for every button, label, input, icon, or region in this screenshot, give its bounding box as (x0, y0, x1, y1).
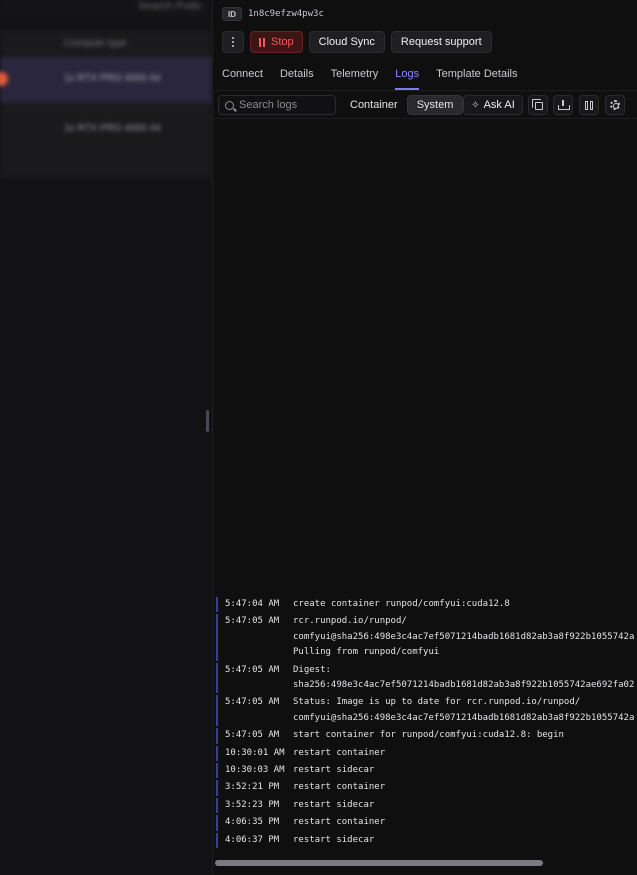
log-line: sha256:498e3c4ac7ef5071214badb1681d82ab3… (293, 680, 635, 691)
segment-container[interactable]: Container (341, 95, 407, 115)
stop-label: Stop (271, 36, 294, 48)
log-entry: 5:47:04 AM create container runpod/comfyu… (216, 597, 637, 613)
more-actions-button[interactable] (222, 31, 244, 53)
search-logs-input[interactable] (239, 99, 331, 111)
log-message: restart sidecar (293, 833, 635, 848)
background-page: Search Pods Compute type 1x RTX PRO 4000… (0, 0, 212, 875)
log-line: restart sidecar (293, 765, 375, 776)
search-icon (225, 100, 234, 110)
request-support-button[interactable]: Request support (390, 31, 492, 53)
log-message: create container runpod/comfyui:cuda12.8 (293, 597, 635, 612)
background-column-header: Compute type (64, 38, 127, 49)
log-line: comfyui@sha256:498e3c4ac7ef5071214badb16… (293, 712, 635, 723)
log-entry: 5:47:05 AM Status: Image is up to date fo… (216, 695, 637, 727)
stop-button[interactable]: Stop (250, 31, 303, 53)
download-icon (558, 100, 570, 110)
log-timestamp: 4:06:37 PM (225, 834, 280, 845)
log-search[interactable] (218, 95, 336, 115)
log-message: restart container (293, 780, 635, 795)
background-search: Search Pods (138, 0, 201, 12)
log-entry: 3:52:23 PM restart sidecar (216, 797, 637, 814)
log-message: restart container (293, 746, 635, 761)
log-timestamp: 5:47:05 AM (225, 616, 280, 627)
log-line: start container for runpod/comfyui:cuda1… (293, 730, 564, 741)
log-timestamp: 4:06:35 PM (225, 817, 280, 828)
pause-icon (585, 100, 593, 110)
log-line: create container runpod/comfyui:cuda12.8 (293, 599, 510, 609)
pause-icon (259, 37, 265, 47)
tab-connect[interactable]: Connect (222, 64, 263, 90)
background-row: 1x RTX PRO 4000 44 (0, 58, 212, 102)
download-logs-button[interactable] (553, 95, 573, 115)
log-entry: 5:47:05 AM Digest: sha256:498e3c4ac7ef5071… (216, 662, 637, 694)
pause-logs-button[interactable] (579, 95, 599, 115)
id-badge: ID (222, 7, 242, 21)
background-row: 1x RTX PRO 4000 44 (0, 102, 212, 150)
log-timestamp: 10:30:01 AM (225, 747, 285, 758)
background-row-compute: 1x RTX PRO 4000 44 (64, 123, 161, 134)
background-blur: Search Pods Compute type 1x RTX PRO 4000… (0, 0, 212, 875)
log-entry: 5:47:05 AM rcr.runpod.io/runpod/comfyui@s… (216, 614, 637, 661)
log-line: rcr.runpod.io/runpod/ (293, 616, 407, 627)
log-message: rcr.runpod.io/runpod/comfyui@sha256:498e… (293, 614, 635, 660)
log-entry: 5:47:05 AM start container for runpod/com… (216, 728, 637, 744)
log-line: restart sidecar (293, 834, 375, 845)
tab-logs[interactable]: Logs (395, 64, 419, 90)
pod-actions: Stop Cloud Sync Request support (222, 31, 492, 53)
background-table-header: Compute type (0, 30, 212, 58)
ask-ai-button[interactable]: ✧ Ask AI (463, 95, 523, 115)
log-line: Digest: (293, 664, 331, 675)
segment-system[interactable]: System (406, 95, 464, 115)
log-entry: 10:30:01 AM restart container (216, 745, 637, 762)
log-timestamp: 5:47:05 AM (225, 730, 280, 741)
log-message: restart container (293, 815, 635, 830)
log-timestamp: 3:52:23 PM (225, 799, 280, 810)
log-timestamp: 5:47:05 AM (225, 664, 280, 675)
log-entry: 4:06:37 PM restart sidecar (216, 832, 637, 849)
log-source-toggle: Container System (341, 95, 464, 115)
log-timestamp: 3:52:21 PM (225, 782, 280, 793)
pod-id: 1n8c9efzw4pw3c (248, 9, 324, 19)
log-message: start container for runpod/comfyui:cuda1… (293, 728, 635, 743)
tab-details[interactable]: Details (280, 64, 314, 90)
horizontal-scrollbar[interactable] (215, 860, 543, 866)
log-message: restart sidecar (293, 763, 635, 778)
log-timestamp: 10:30:03 AM (225, 765, 285, 776)
log-timestamp: 5:47:04 AM (225, 599, 280, 609)
pod-id-row: ID 1n8c9efzw4pw3c (222, 6, 324, 22)
log-line: Status: Image is up to date for rcr.runp… (293, 697, 581, 708)
status-dot-icon (0, 72, 8, 86)
log-message: restart sidecar (293, 798, 635, 813)
log-message: Digest: sha256:498e3c4ac7ef5071214badb168… (293, 663, 635, 694)
background-row-compute: 1x RTX PRO 4000 44 (64, 73, 161, 84)
logs-toolbar: Container System ✧ Ask AI (213, 90, 637, 119)
log-settings-button[interactable] (605, 95, 625, 115)
log-line: comfyui@sha256:498e3c4ac7ef5071214badb16… (293, 631, 635, 642)
log-line: Pulling from runpod/comfyui (293, 647, 440, 658)
kebab-icon (232, 37, 234, 47)
copy-logs-button[interactable] (528, 95, 548, 115)
pod-drawer: ID 1n8c9efzw4pw3c Stop Cloud Sync Reques… (212, 0, 637, 875)
log-line: restart container (293, 817, 386, 828)
background-topbar: Search Pods (0, 0, 212, 20)
cloud-sync-button[interactable]: Cloud Sync (308, 31, 385, 53)
tab-template-details[interactable]: Template Details (436, 64, 517, 90)
ask-ai-label: Ask AI (483, 99, 515, 111)
log-message: Status: Image is up to date for rcr.runp… (293, 695, 635, 726)
drawer-tabs: Connect Details Telemetry Logs Template … (213, 64, 637, 90)
log-line: restart sidecar (293, 799, 375, 810)
sparkle-icon: ✧ (471, 99, 480, 111)
log-entry: 4:06:35 PM restart container (216, 815, 637, 831)
copy-icon (532, 99, 543, 110)
log-entry: 3:52:21 PM restart container (216, 780, 637, 796)
log-line: restart container (293, 782, 386, 793)
resize-handle[interactable] (206, 410, 209, 432)
log-list: 5:47:04 AM create container runpod/comfyu… (216, 597, 637, 850)
gear-icon (610, 100, 620, 110)
log-timestamp: 5:47:05 AM (225, 697, 280, 708)
log-line: restart container (293, 747, 386, 758)
log-entry: 10:30:03 AM restart sidecar (216, 763, 637, 779)
tab-telemetry[interactable]: Telemetry (331, 64, 379, 90)
